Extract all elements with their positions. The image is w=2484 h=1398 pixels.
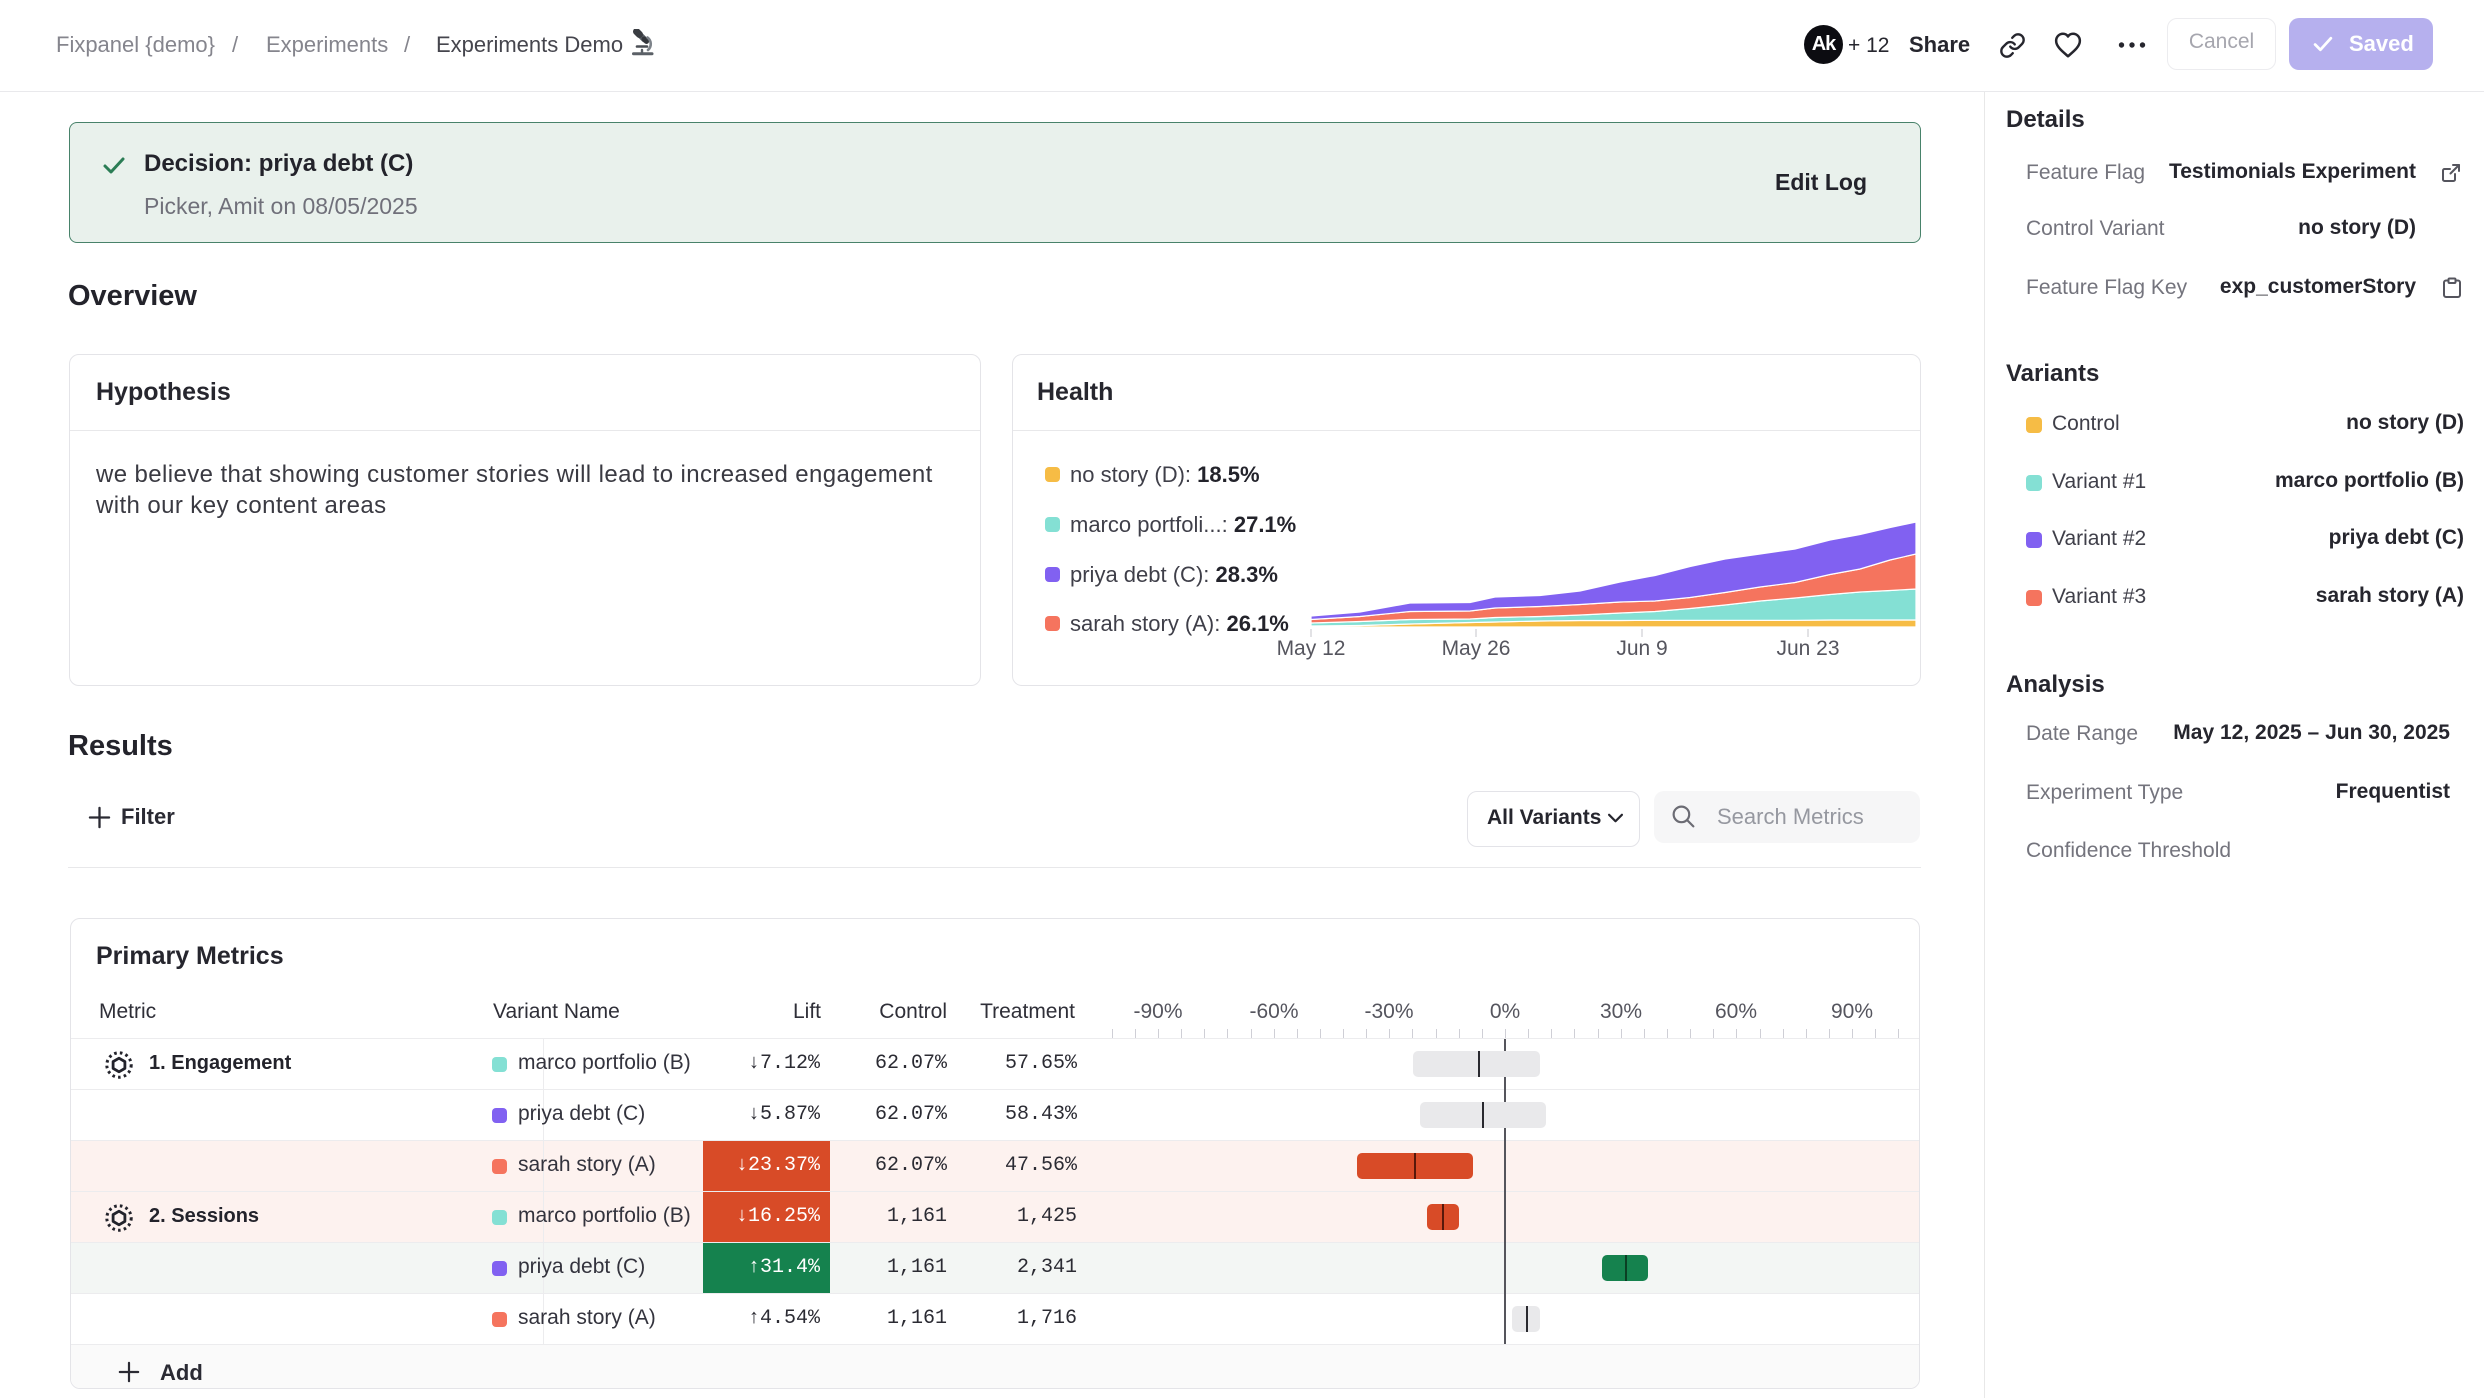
svg-text:Jun 9: Jun 9 xyxy=(1616,637,1667,660)
svg-text:Jun 23: Jun 23 xyxy=(1776,637,1839,660)
svg-text:May 12: May 12 xyxy=(1277,637,1346,660)
svg-text:May 26: May 26 xyxy=(1442,637,1511,660)
